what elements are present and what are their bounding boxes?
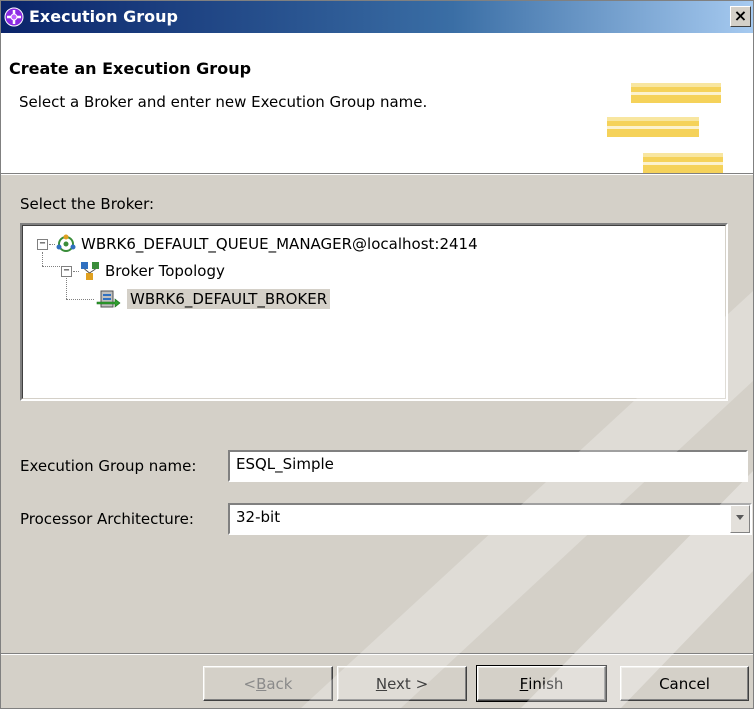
back-button[interactable]: < Back <box>203 666 333 701</box>
tree-item-broker-topology[interactable]: − Broker Topology <box>61 260 225 282</box>
page-title: Create an Execution Group <box>9 59 252 78</box>
app-icon <box>4 7 24 27</box>
execution-group-name-value: ESQL_Simple <box>236 455 334 473</box>
footer-divider <box>1 653 753 655</box>
broker-tree[interactable]: − WBRK6_DEFAULT_QUEUE_MANAGER@localhost:… <box>20 223 728 401</box>
finish-button[interactable]: Finish <box>476 665 607 702</box>
tree-item-label: WBRK6_DEFAULT_QUEUE_MANAGER@localhost:24… <box>81 235 478 253</box>
collapse-icon[interactable]: − <box>61 265 72 277</box>
topology-icon <box>81 262 99 280</box>
execution-group-name-label: Execution Group name: <box>20 457 197 475</box>
queue-manager-icon <box>56 234 76 252</box>
finish-button-mnemonic: F <box>519 674 529 693</box>
tree-item-label: WBRK6_DEFAULT_BROKER <box>127 289 331 309</box>
back-button-label: ack <box>266 674 293 693</box>
next-button[interactable]: Next > <box>337 666 467 701</box>
close-button[interactable]: × <box>730 6 751 27</box>
cancel-button[interactable]: Cancel <box>620 666 749 701</box>
collapse-icon[interactable]: − <box>37 238 48 250</box>
tree-item-queue-manager[interactable]: − WBRK6_DEFAULT_QUEUE_MANAGER@localhost:… <box>37 233 478 255</box>
processor-architecture-value: 32-bit <box>236 508 281 526</box>
chevron-down-icon <box>736 515 744 520</box>
cancel-button-label: Cancel <box>659 674 710 693</box>
page-description: Select a Broker and enter new Execution … <box>19 93 428 111</box>
dropdown-button[interactable] <box>730 505 750 533</box>
close-icon: × <box>733 6 748 25</box>
tree-connector <box>73 270 79 272</box>
wizard-banner-icon <box>607 83 723 173</box>
processor-architecture-select[interactable]: 32-bit <box>228 503 752 535</box>
finish-button-label: inish <box>528 674 564 693</box>
header-divider <box>1 174 753 175</box>
select-broker-label: Select the Broker: <box>20 195 155 213</box>
processor-architecture-label: Processor Architecture: <box>20 510 194 528</box>
broker-icon <box>96 290 121 308</box>
window-title: Execution Group <box>29 7 178 26</box>
tree-item-label: Broker Topology <box>105 262 225 280</box>
wizard-header: Create an Execution Group Select a Broke… <box>1 33 753 174</box>
tree-connector <box>66 299 94 300</box>
tree-connector <box>49 243 55 245</box>
execution-group-dialog: Execution Group × Create an Execution Gr… <box>0 0 754 709</box>
back-button-label-prefix: < <box>243 674 257 693</box>
tree-frame: − WBRK6_DEFAULT_QUEUE_MANAGER@localhost:… <box>22 225 726 399</box>
next-button-label: ext > <box>387 674 429 693</box>
next-button-mnemonic: N <box>375 674 388 693</box>
execution-group-name-input[interactable]: ESQL_Simple <box>228 450 748 482</box>
tree-item-default-broker[interactable]: WBRK6_DEFAULT_BROKER <box>95 288 331 310</box>
title-bar[interactable]: Execution Group × <box>1 1 753 33</box>
back-button-mnemonic: B <box>256 674 267 693</box>
